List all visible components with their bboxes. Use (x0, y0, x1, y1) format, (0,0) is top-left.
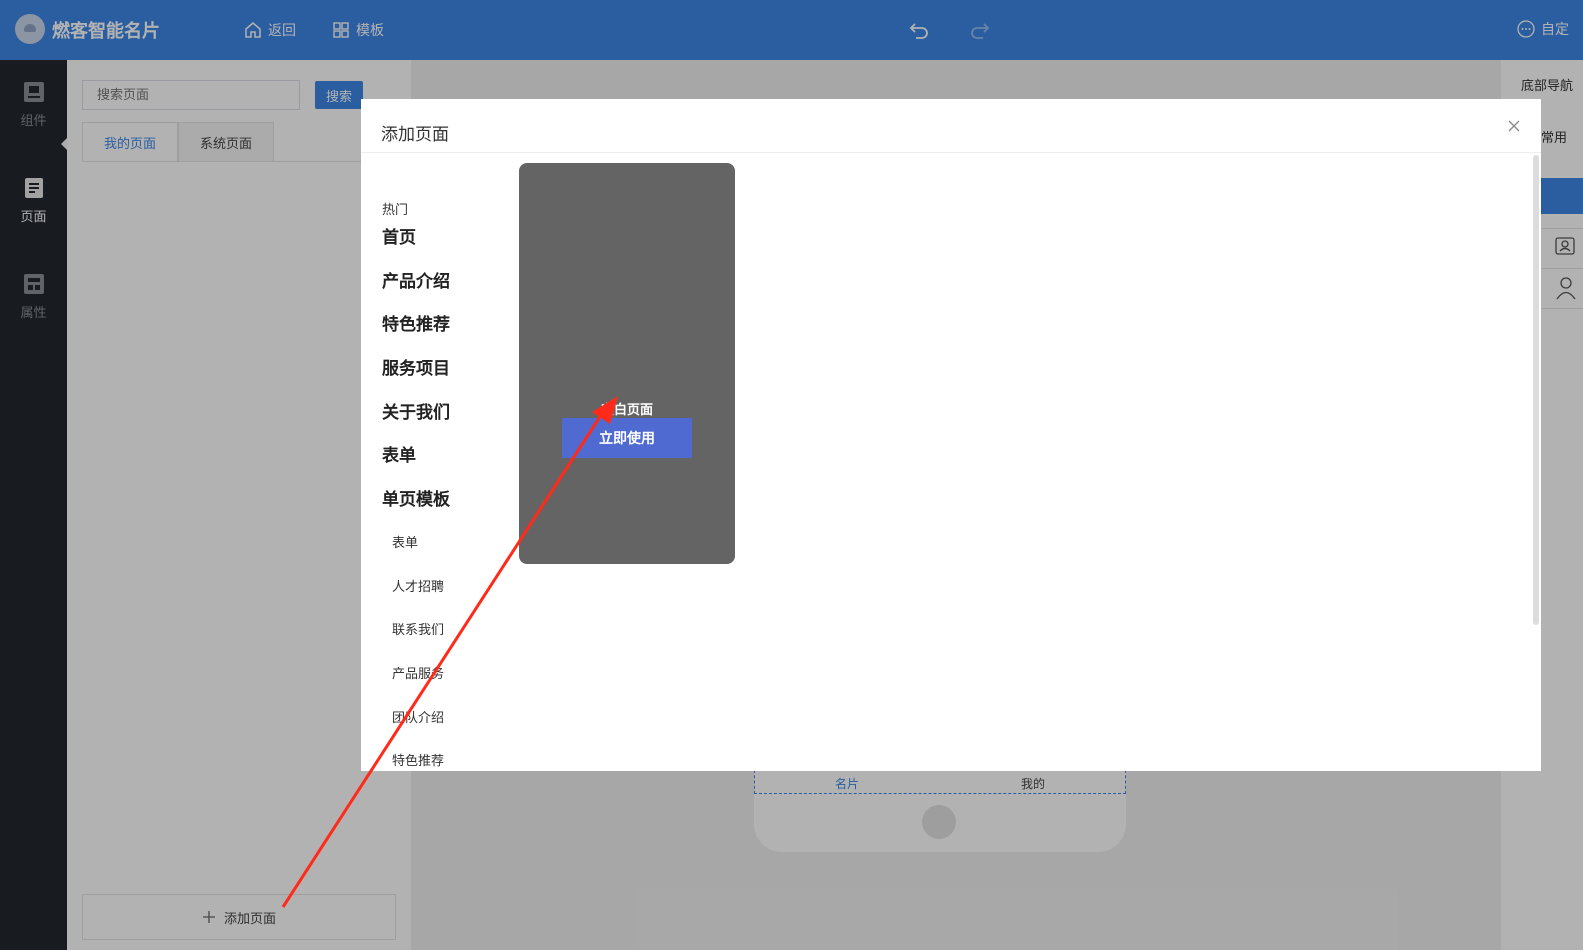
sub-category-item[interactable]: 表单 (382, 534, 512, 578)
blank-template-card[interactable]: 空白页面 立即使用 (519, 163, 735, 564)
use-now-button[interactable]: 立即使用 (562, 418, 692, 458)
category-item[interactable]: 特色推荐 (382, 315, 512, 359)
close-icon[interactable] (1507, 119, 1521, 133)
category-item[interactable]: 表单 (382, 446, 512, 490)
modal-scrollbar[interactable] (1533, 155, 1539, 625)
add-page-modal: 添加页面 热门 首页 产品介绍 特色推荐 服务项目 关于我们 表单 单页模板 表… (361, 99, 1541, 771)
sub-category-item[interactable]: 团队介绍 (382, 709, 512, 753)
hot-label: 热门 (382, 203, 409, 218)
category-item[interactable]: 产品介绍 (382, 272, 512, 316)
category-item[interactable]: 单页模板 (382, 490, 512, 534)
template-name: 空白页面 (600, 403, 653, 418)
sub-category-item[interactable]: 特色推荐 (382, 752, 512, 771)
sub-category-item[interactable]: 人才招聘 (382, 578, 512, 622)
category-item[interactable]: 服务项目 (382, 359, 512, 403)
category-item[interactable]: 首页 (382, 228, 512, 272)
category-list: 热门 首页 产品介绍 特色推荐 服务项目 关于我们 表单 单页模板 表单 人才招… (382, 199, 512, 771)
category-item[interactable]: 关于我们 (382, 403, 512, 447)
sub-category-item[interactable]: 联系我们 (382, 621, 512, 665)
sub-category-item[interactable]: 产品服务 (382, 665, 512, 709)
modal-title: 添加页面 (381, 125, 449, 145)
modal-header: 添加页面 (361, 99, 1541, 153)
